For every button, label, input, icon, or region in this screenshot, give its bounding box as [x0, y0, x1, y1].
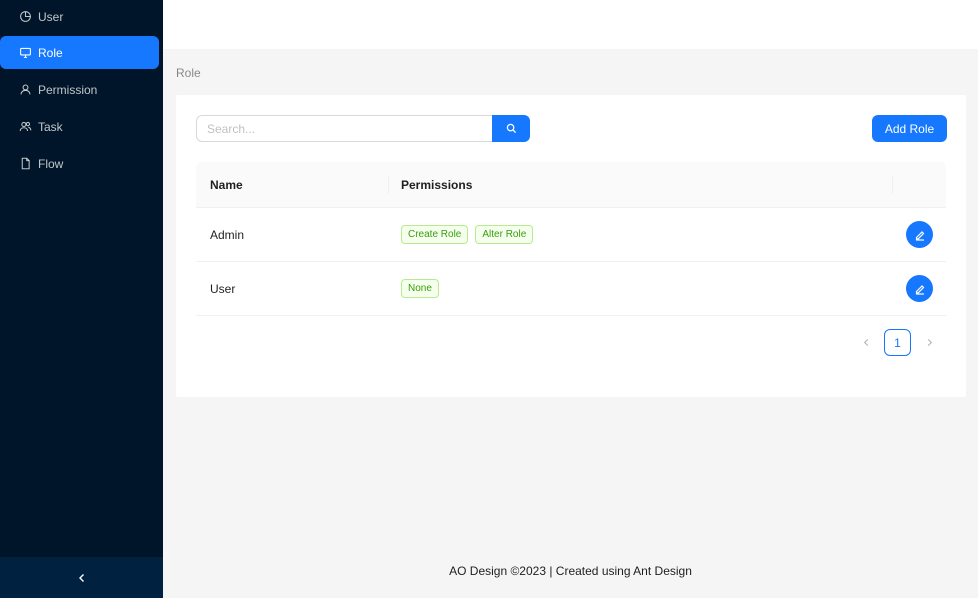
page-footer: AO Design ©2023 | Created using Ant Desi… [163, 557, 978, 585]
sidebar: User Role Permission Task Flow [0, 0, 163, 598]
add-role-button[interactable]: Add Role [872, 115, 947, 142]
content-card: Add Role Name Permissions Admin Create R… [176, 95, 966, 397]
prev-page-button[interactable] [856, 329, 876, 356]
permission-tag: Create Role [401, 225, 469, 244]
left-chevron-icon [77, 573, 87, 583]
column-divider [388, 176, 389, 194]
search-bar [196, 115, 530, 142]
sidebar-item-task[interactable]: Task [0, 110, 159, 143]
edit-role-button[interactable] [906, 221, 933, 248]
sidebar-item-flow[interactable]: Flow [0, 147, 159, 180]
sidebar-item-permission[interactable]: Permission [0, 73, 159, 106]
table-row: Admin Create Role Alter Role [196, 208, 946, 262]
breadcrumb: Role [176, 66, 201, 80]
edit-role-button[interactable] [906, 275, 933, 302]
pagination: 1 [856, 329, 939, 356]
user-icon [18, 83, 32, 97]
table-header: Name Permissions [196, 162, 946, 208]
column-header-name: Name [210, 177, 243, 192]
sidebar-item-label: User [38, 9, 64, 24]
sidebar-item-label: Flow [38, 156, 64, 171]
sidebar-item-label: Role [38, 45, 63, 60]
edit-icon [914, 283, 926, 295]
permission-tag: Alter Role [475, 225, 534, 244]
table-row: User None [196, 262, 946, 316]
chevron-right-icon [925, 338, 934, 347]
role-name: User [210, 281, 236, 296]
search-button[interactable] [492, 115, 530, 142]
sidebar-item-user[interactable]: User [0, 0, 159, 33]
sidebar-item-label: Permission [38, 82, 98, 97]
roles-table: Name Permissions Admin Create Role Alter… [196, 162, 946, 316]
team-icon [18, 120, 32, 134]
desktop-icon [18, 46, 32, 60]
column-header-permissions: Permissions [401, 177, 473, 192]
chevron-left-icon [862, 338, 871, 347]
file-icon [18, 157, 32, 171]
top-header [163, 0, 978, 49]
page-number-button[interactable]: 1 [884, 329, 911, 356]
next-page-button[interactable] [919, 329, 939, 356]
edit-icon [914, 229, 926, 241]
permission-tags: Create Role Alter Role [401, 225, 534, 244]
column-divider [892, 176, 893, 194]
permission-tags: None [401, 279, 439, 298]
sidebar-item-role[interactable]: Role [0, 36, 159, 69]
footer-text: AO Design ©2023 | Created using Ant Desi… [449, 564, 692, 578]
search-input[interactable] [196, 115, 492, 142]
search-icon [506, 123, 517, 134]
breadcrumb-current: Role [176, 66, 201, 80]
sidebar-collapse-button[interactable] [0, 557, 163, 598]
permission-tag: None [401, 279, 439, 298]
pie-chart-icon [18, 10, 32, 24]
role-name: Admin [210, 227, 245, 242]
sidebar-item-label: Task [38, 119, 63, 134]
